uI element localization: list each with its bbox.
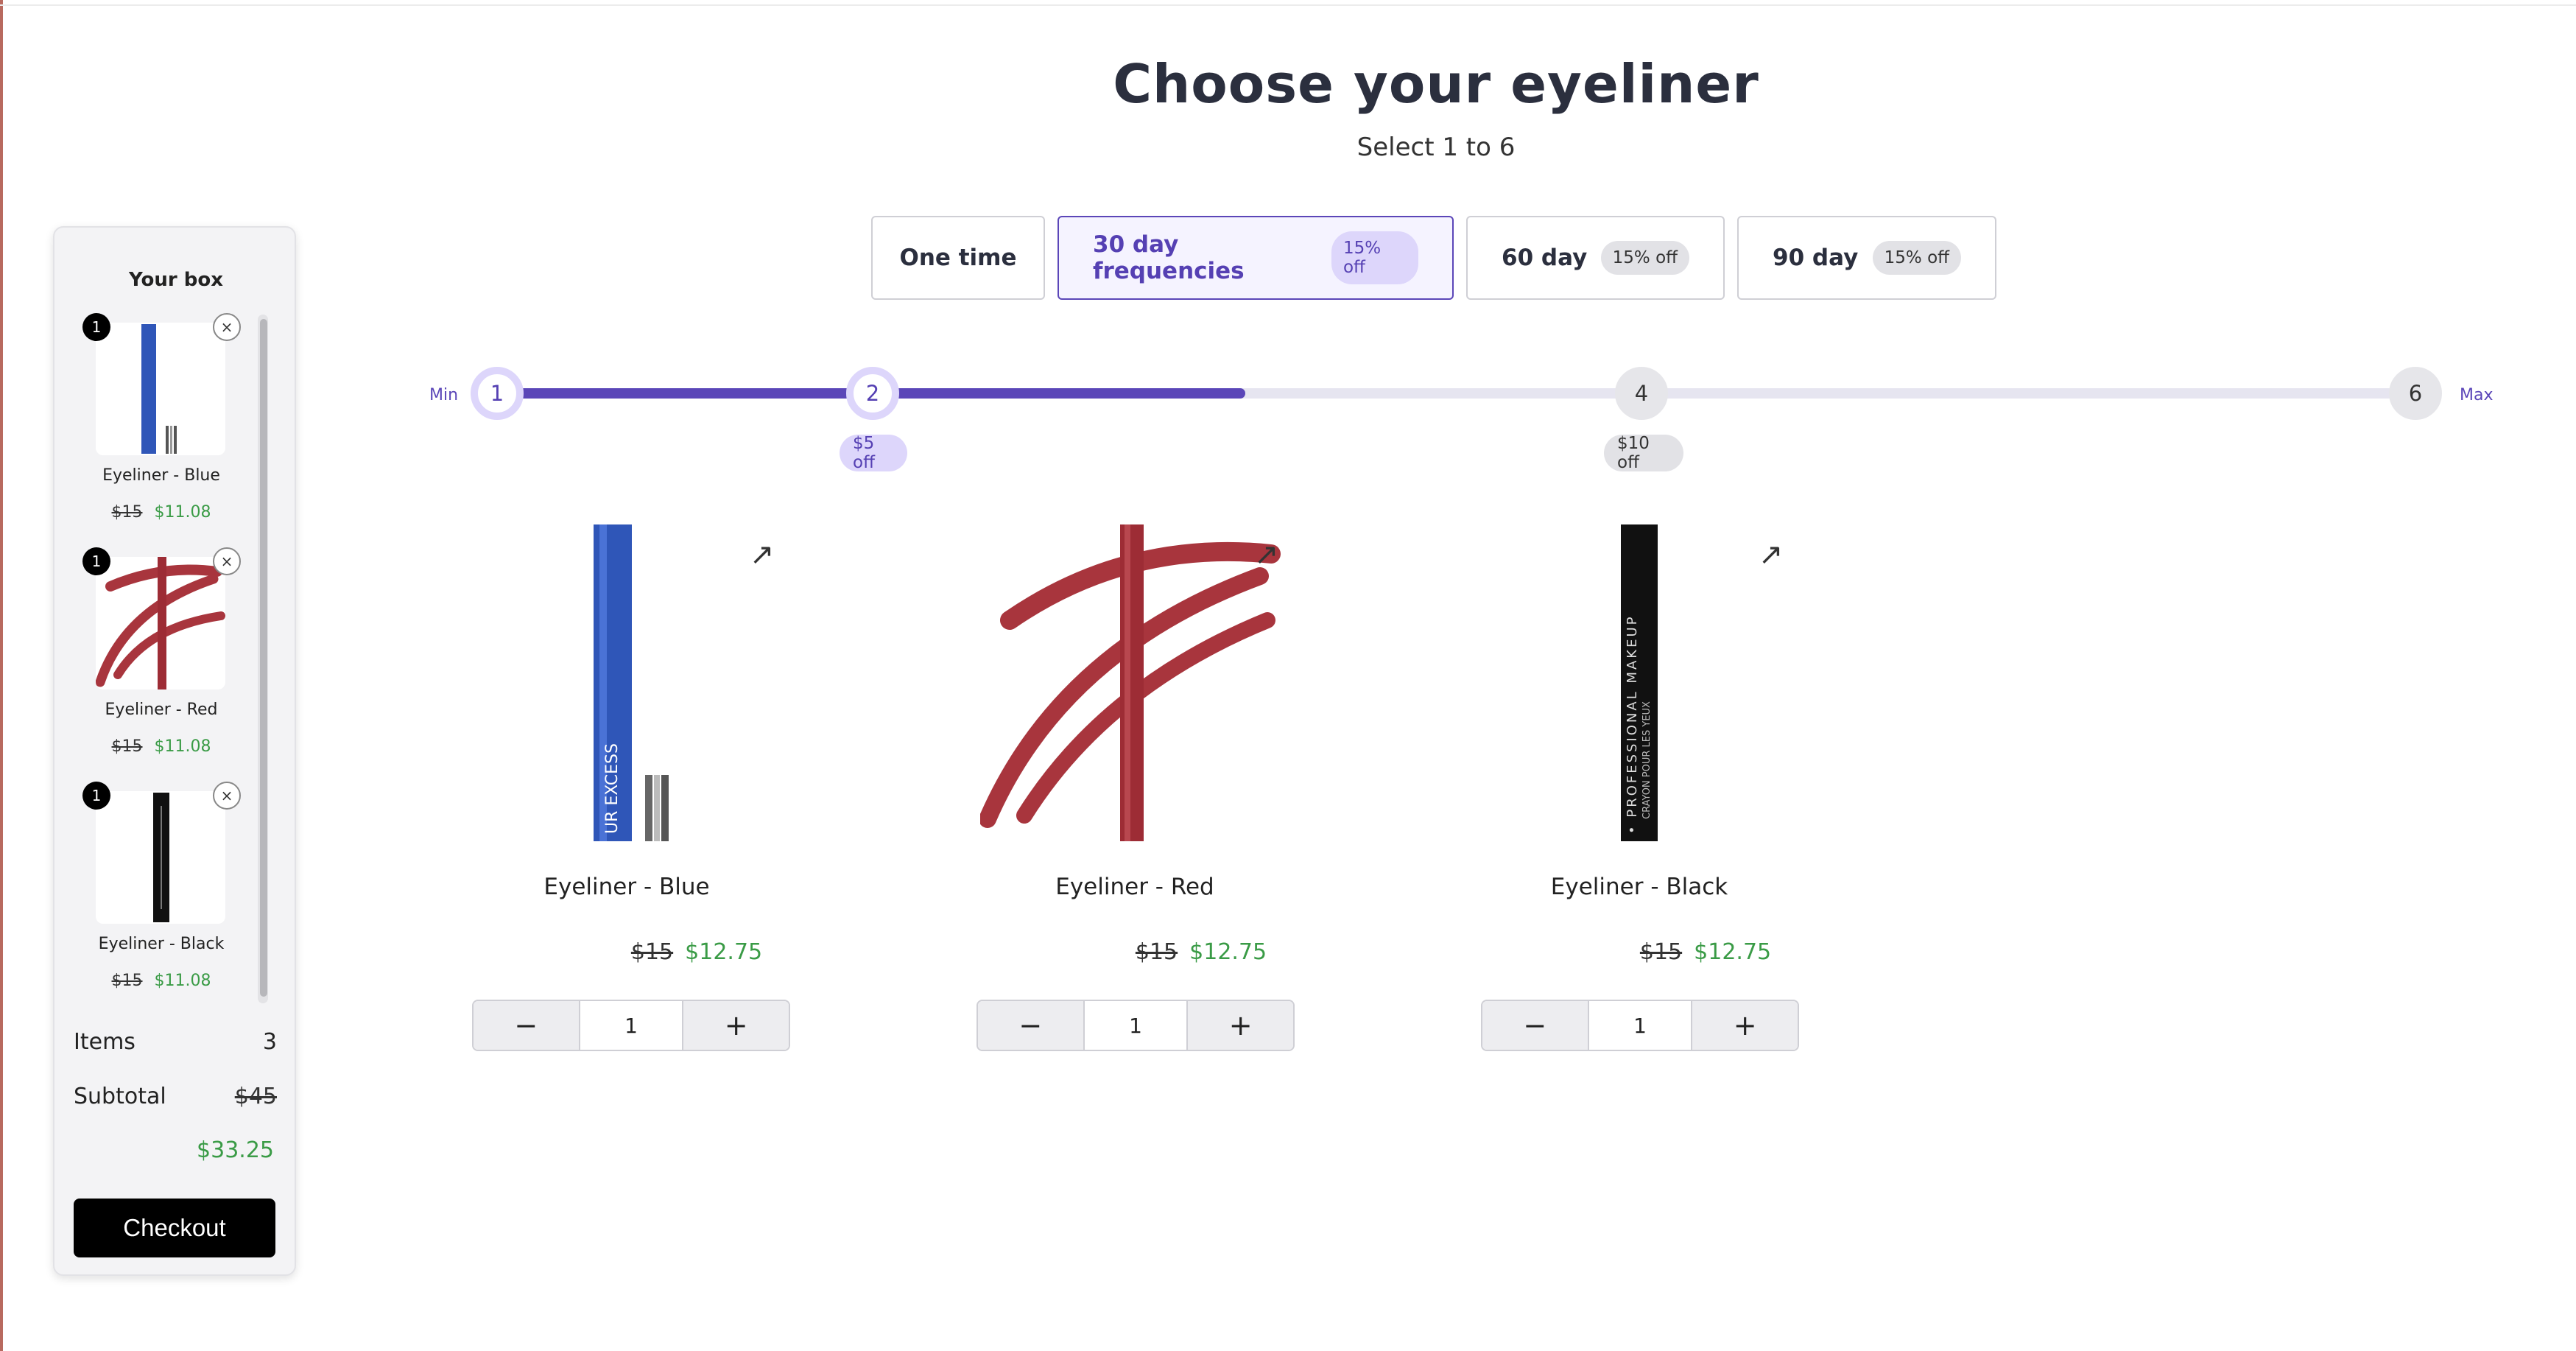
product-new-price: $12.75 [1694, 939, 1772, 965]
slider-min-label: Min [429, 386, 459, 404]
box-item-old-price: $15 [111, 503, 143, 522]
frequency-60-day[interactable]: 60 day 15% off [1466, 216, 1725, 300]
box-item-quantity-badge: 1 [82, 547, 110, 575]
product-name: Eyeliner - Blue [543, 874, 710, 900]
box-item-image [96, 557, 225, 689]
increase-quantity-button[interactable]: + [683, 1001, 789, 1050]
product-image-blue[interactable]: UR EXCESS [571, 524, 689, 841]
decrease-quantity-button[interactable]: − [1482, 1001, 1588, 1050]
product-card-black: • PROFESSIONAL MAKEUP CRAYON POUR LES YE… [1389, 524, 1890, 1062]
slider-max-label: Max [2460, 386, 2494, 404]
box-item-price: $15 $11.08 [54, 503, 268, 522]
subtotal-row: Subtotal $45 [74, 1084, 277, 1109]
increase-quantity-button[interactable]: + [1692, 1001, 1798, 1050]
product-price: $15 $12.75 [1455, 939, 1956, 965]
box-item-quantity-badge: 1 [82, 313, 110, 341]
box-item: 1 × Eyeliner - Black $15 $11.08 [54, 782, 298, 1003]
items-label: Items [74, 1029, 136, 1055]
frequency-30-day[interactable]: 30 day frequencies 15% off [1058, 216, 1454, 300]
product-name: Eyeliner - Black [1550, 874, 1728, 900]
top-divider [0, 4, 2576, 6]
quantity-stepper: − 1 + [472, 1000, 790, 1051]
product-old-price: $15 [1135, 939, 1178, 965]
frequency-one-time[interactable]: One time [871, 216, 1045, 300]
items-count: 3 [262, 1029, 277, 1055]
box-item-name: Eyeliner - Red [105, 701, 218, 719]
page-subtitle: Select 1 to 6 [1356, 133, 1516, 162]
box-item-old-price: $15 [111, 972, 143, 990]
external-link-icon[interactable]: ↗ [1254, 538, 1279, 572]
quantity-input[interactable]: 1 [1587, 1001, 1693, 1050]
increase-quantity-button[interactable]: + [1188, 1001, 1293, 1050]
slider-step-1[interactable]: 1 [471, 367, 524, 420]
discount-badge: 15% off [1872, 241, 1961, 275]
decrease-quantity-button[interactable]: − [474, 1001, 579, 1050]
items-count-row: Items 3 [74, 1029, 277, 1055]
box-item-new-price: $11.08 [154, 737, 211, 756]
box-item-name: Eyeliner - Blue [102, 466, 220, 485]
product-new-price: $12.75 [1189, 939, 1267, 965]
your-box-panel: Your box 1 × Eyeliner - Blue $15 $11.08 [53, 226, 296, 1276]
product-card-blue: UR EXCESS ↗ Eyeliner - Blue $15 $12.75 − … [380, 524, 881, 1062]
box-item-quantity-badge: 1 [82, 782, 110, 810]
frequency-90-day[interactable]: 90 day 15% off [1737, 216, 1996, 300]
quantity-input[interactable]: 1 [1083, 1001, 1189, 1050]
quantity-stepper: − 1 + [976, 1000, 1295, 1051]
frequency-label: 60 day [1502, 245, 1588, 271]
box-item-new-price: $11.08 [154, 972, 211, 990]
pencil-sub-text: CRAYON POUR LES YEUX [1641, 701, 1653, 819]
checkout-button[interactable]: Checkout [74, 1199, 275, 1257]
decrease-quantity-button[interactable]: − [978, 1001, 1083, 1050]
product-image-black[interactable]: • PROFESSIONAL MAKEUP CRAYON POUR LES YE… [1617, 524, 1661, 841]
remove-item-button[interactable]: × [213, 547, 241, 575]
product-old-price: $15 [630, 939, 674, 965]
frequency-label: 30 day frequencies [1093, 231, 1245, 284]
slider-step-2[interactable]: 2 [846, 367, 899, 420]
remove-item-button[interactable]: × [213, 782, 241, 810]
product-new-price: $12.75 [685, 939, 763, 965]
subtotal-new-price: $33.25 [197, 1137, 274, 1163]
discount-badge: 15% off [1600, 241, 1689, 275]
box-item: 1 × Eyeliner - Blue $15 $11.08 [54, 313, 298, 534]
product-price: $15 $12.75 [446, 939, 947, 965]
box-item-new-price: $11.08 [154, 503, 211, 522]
product-old-price: $15 [1639, 939, 1683, 965]
box-item-price: $15 $11.08 [54, 737, 268, 756]
subtotal-old-price: $45 [234, 1084, 277, 1109]
box-item-name: Eyeliner - Black [98, 935, 225, 953]
pencil-brand-text: • PROFESSIONAL MAKEUP [1625, 614, 1640, 834]
discount-badge: 15% off [1331, 231, 1418, 284]
box-item-image [96, 323, 225, 455]
product-name: Eyeliner - Red [1055, 874, 1214, 900]
page-title: Choose your eyeliner [1113, 53, 1759, 115]
frequency-label: 90 day [1773, 245, 1859, 271]
pencil-brand-text: UR EXCESS [603, 743, 622, 834]
quantity-stepper: − 1 + [1481, 1000, 1799, 1051]
frequency-label: One time [899, 245, 1017, 271]
external-link-icon[interactable]: ↗ [1759, 538, 1784, 572]
box-item: 1 × Eyeliner - Red $15 $11.08 [54, 547, 298, 768]
slider-step-6[interactable]: 6 [2389, 367, 2442, 420]
slider-step-4[interactable]: 4 [1615, 367, 1668, 420]
box-item-price: $15 $11.08 [54, 972, 268, 990]
product-image-red[interactable] [980, 524, 1289, 841]
your-box-title: Your box [129, 269, 223, 291]
product-price: $15 $12.75 [951, 939, 1451, 965]
discount-pill-5: $5 off [840, 434, 907, 472]
external-link-icon[interactable]: ↗ [750, 538, 775, 572]
window-edge [0, 0, 3, 1351]
subtotal-label: Subtotal [74, 1084, 166, 1109]
product-card-red: ↗ Eyeliner - Red $15 $12.75 − 1 + [884, 524, 1385, 1062]
remove-item-button[interactable]: × [213, 313, 241, 341]
box-item-old-price: $15 [111, 737, 143, 756]
box-item-image [96, 791, 225, 924]
discount-pill-10: $10 off [1604, 434, 1683, 472]
quantity-input[interactable]: 1 [578, 1001, 684, 1050]
